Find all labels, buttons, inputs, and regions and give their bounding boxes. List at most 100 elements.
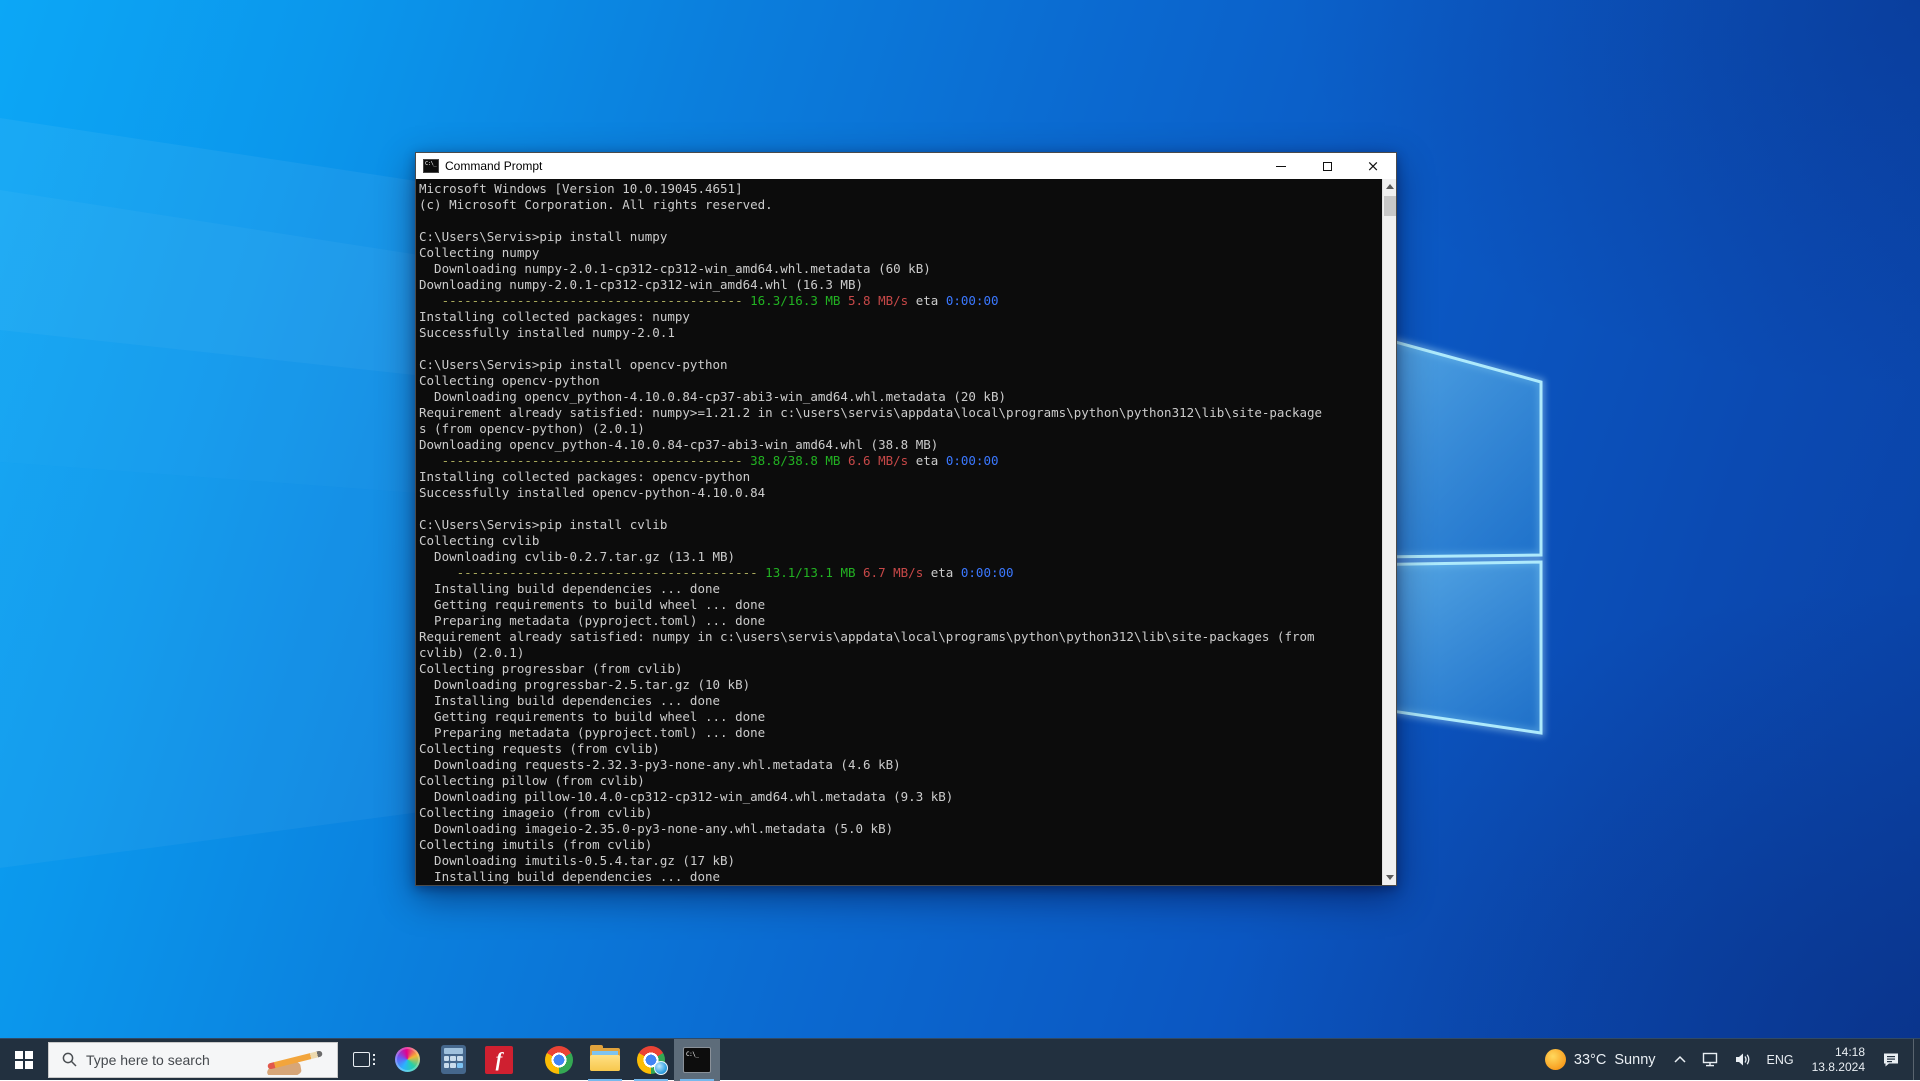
terminal-line: Collecting cvlib: [419, 533, 1378, 549]
taskbar: Type here to search f C:\_: [0, 1038, 1920, 1080]
terminal-line: Collecting opencv-python: [419, 373, 1378, 389]
language-indicator[interactable]: ENG: [1759, 1039, 1802, 1080]
terminal-line: Collecting numpy: [419, 245, 1378, 261]
search-promo-image: [253, 1045, 331, 1075]
cmd-window-icon: C:\_: [423, 159, 439, 173]
windows-logo-icon: [15, 1051, 33, 1069]
minimize-icon: [1276, 166, 1286, 167]
weather-temperature: 33°C: [1574, 1052, 1606, 1068]
network-ethernet-icon: [1701, 1052, 1720, 1068]
terminal-line: ----------------------------------------…: [419, 565, 1378, 581]
terminal-line: Successfully installed numpy-2.0.1: [419, 325, 1378, 341]
terminal-line: Microsoft Windows [Version 10.0.19045.46…: [419, 181, 1378, 197]
chevron-up-icon: [1673, 1055, 1687, 1064]
terminal-line: cvlib) (2.0.1): [419, 645, 1378, 661]
clock[interactable]: 14:18 13.8.2024: [1802, 1039, 1875, 1080]
terminal-line: Getting requirements to build wheel ... …: [419, 709, 1378, 725]
terminal-line: Downloading cvlib-0.2.7.tar.gz (13.1 MB): [419, 549, 1378, 565]
search-input[interactable]: Type here to search: [48, 1042, 338, 1078]
terminal-line: Downloading opencv_python-4.10.0.84-cp37…: [419, 437, 1378, 453]
f-app-icon: f: [485, 1046, 513, 1074]
network-button[interactable]: [1694, 1039, 1727, 1080]
terminal-line: Successfully installed opencv-python-4.1…: [419, 485, 1378, 501]
scroll-up-icon: [1386, 184, 1394, 189]
terminal-line: Downloading imutils-0.5.4.tar.gz (17 kB): [419, 853, 1378, 869]
terminal-scrollbar[interactable]: [1382, 179, 1396, 885]
task-view-button[interactable]: [338, 1039, 384, 1081]
maximize-button[interactable]: [1304, 153, 1350, 179]
start-button[interactable]: [0, 1039, 48, 1081]
terminal-line: C:\Users\Servis>pip install numpy: [419, 229, 1378, 245]
terminal-line: [419, 341, 1378, 357]
copilot-icon: [395, 1047, 420, 1072]
close-button[interactable]: ×: [1350, 153, 1396, 179]
terminal-line: Collecting requests (from cvlib): [419, 741, 1378, 757]
taskbar-item-file-explorer[interactable]: [582, 1039, 628, 1081]
terminal-line: [419, 213, 1378, 229]
calculator-icon: [441, 1045, 466, 1074]
terminal-line: Downloading numpy-2.0.1-cp312-cp312-win_…: [419, 261, 1378, 277]
clock-time: 14:18: [1835, 1045, 1865, 1060]
minimize-button[interactable]: [1258, 153, 1304, 179]
taskbar-item-copilot[interactable]: [384, 1039, 430, 1081]
terminal-line: C:\Users\Servis>pip install cvlib: [419, 517, 1378, 533]
terminal-line: C:\Users\Servis>pip install opencv-pytho…: [419, 357, 1378, 373]
system-tray: 33°C Sunny ENG: [1535, 1039, 1920, 1080]
window-title: Command Prompt: [445, 159, 542, 173]
terminal-line: Installing collected packages: opencv-py…: [419, 469, 1378, 485]
volume-button[interactable]: [1727, 1039, 1759, 1080]
maximize-icon: [1323, 162, 1332, 171]
file-explorer-icon: [590, 1048, 620, 1071]
terminal-line: Installing build dependencies ... done: [419, 693, 1378, 709]
terminal-line: Downloading progressbar-2.5.tar.gz (10 k…: [419, 677, 1378, 693]
terminal-line: Downloading opencv_python-4.10.0.84-cp37…: [419, 389, 1378, 405]
taskbar-item-chrome-profile[interactable]: [628, 1039, 674, 1081]
search-placeholder: Type here to search: [86, 1052, 210, 1068]
terminal-line: Downloading numpy-2.0.1-cp312-cp312-win_…: [419, 277, 1378, 293]
scroll-down-button[interactable]: [1383, 870, 1397, 885]
terminal-line: Installing build dependencies ... done: [419, 581, 1378, 597]
terminal-line: ----------------------------------------…: [419, 293, 1378, 309]
terminal-line: [419, 501, 1378, 517]
show-desktop-button[interactable]: [1913, 1039, 1920, 1080]
scroll-down-icon: [1386, 875, 1394, 880]
scrollbar-thumb[interactable]: [1384, 196, 1396, 216]
clock-date: 13.8.2024: [1812, 1060, 1865, 1075]
terminal-line: Collecting imutils (from cvlib): [419, 837, 1378, 853]
taskbar-item-calculator[interactable]: [430, 1039, 476, 1081]
terminal-line: Requirement already satisfied: numpy>=1.…: [419, 405, 1378, 421]
close-icon: ×: [1367, 157, 1380, 175]
speaker-icon: [1734, 1052, 1752, 1067]
task-view-icon: [353, 1052, 370, 1067]
taskbar-item-chrome[interactable]: [536, 1039, 582, 1081]
terminal-line: Installing build dependencies ... done: [419, 869, 1378, 885]
terminal-line: ----------------------------------------…: [419, 453, 1378, 469]
terminal-line: Collecting pillow (from cvlib): [419, 773, 1378, 789]
terminal-line: Collecting progressbar (from cvlib): [419, 661, 1378, 677]
command-prompt-icon: C:\_: [683, 1047, 711, 1073]
tray-overflow-button[interactable]: [1666, 1039, 1694, 1080]
weather-condition: Sunny: [1614, 1052, 1655, 1068]
scroll-up-button[interactable]: [1383, 179, 1397, 194]
terminal-line: Requirement already satisfied: numpy in …: [419, 629, 1378, 645]
taskbar-item-command-prompt[interactable]: C:\_: [674, 1039, 720, 1081]
terminal-line: Getting requirements to build wheel ... …: [419, 597, 1378, 613]
terminal-line: Preparing metadata (pyproject.toml) ... …: [419, 725, 1378, 741]
terminal-line: Downloading pillow-10.4.0-cp312-cp312-wi…: [419, 789, 1378, 805]
search-icon: [61, 1051, 78, 1068]
terminal-output[interactable]: Microsoft Windows [Version 10.0.19045.46…: [416, 179, 1396, 885]
chrome-icon: [545, 1046, 573, 1074]
window-titlebar[interactable]: C:\_ Command Prompt ×: [416, 153, 1396, 179]
action-center-icon: [1882, 1051, 1901, 1068]
terminal-line: s (from opencv-python) (2.0.1): [419, 421, 1378, 437]
sun-weather-icon: [1545, 1049, 1566, 1070]
weather-widget[interactable]: 33°C Sunny: [1535, 1039, 1666, 1080]
terminal-line: (c) Microsoft Corporation. All rights re…: [419, 197, 1378, 213]
terminal-line: Downloading imageio-2.35.0-py3-none-any.…: [419, 821, 1378, 837]
terminal-line: Preparing metadata (pyproject.toml) ... …: [419, 613, 1378, 629]
command-prompt-window[interactable]: C:\_ Command Prompt × Microsoft Windows …: [415, 152, 1397, 886]
terminal-line: Installing collected packages: numpy: [419, 309, 1378, 325]
globe-badge-icon: [654, 1061, 668, 1075]
action-center-button[interactable]: [1875, 1039, 1913, 1080]
taskbar-item-f-app[interactable]: f: [476, 1039, 522, 1081]
